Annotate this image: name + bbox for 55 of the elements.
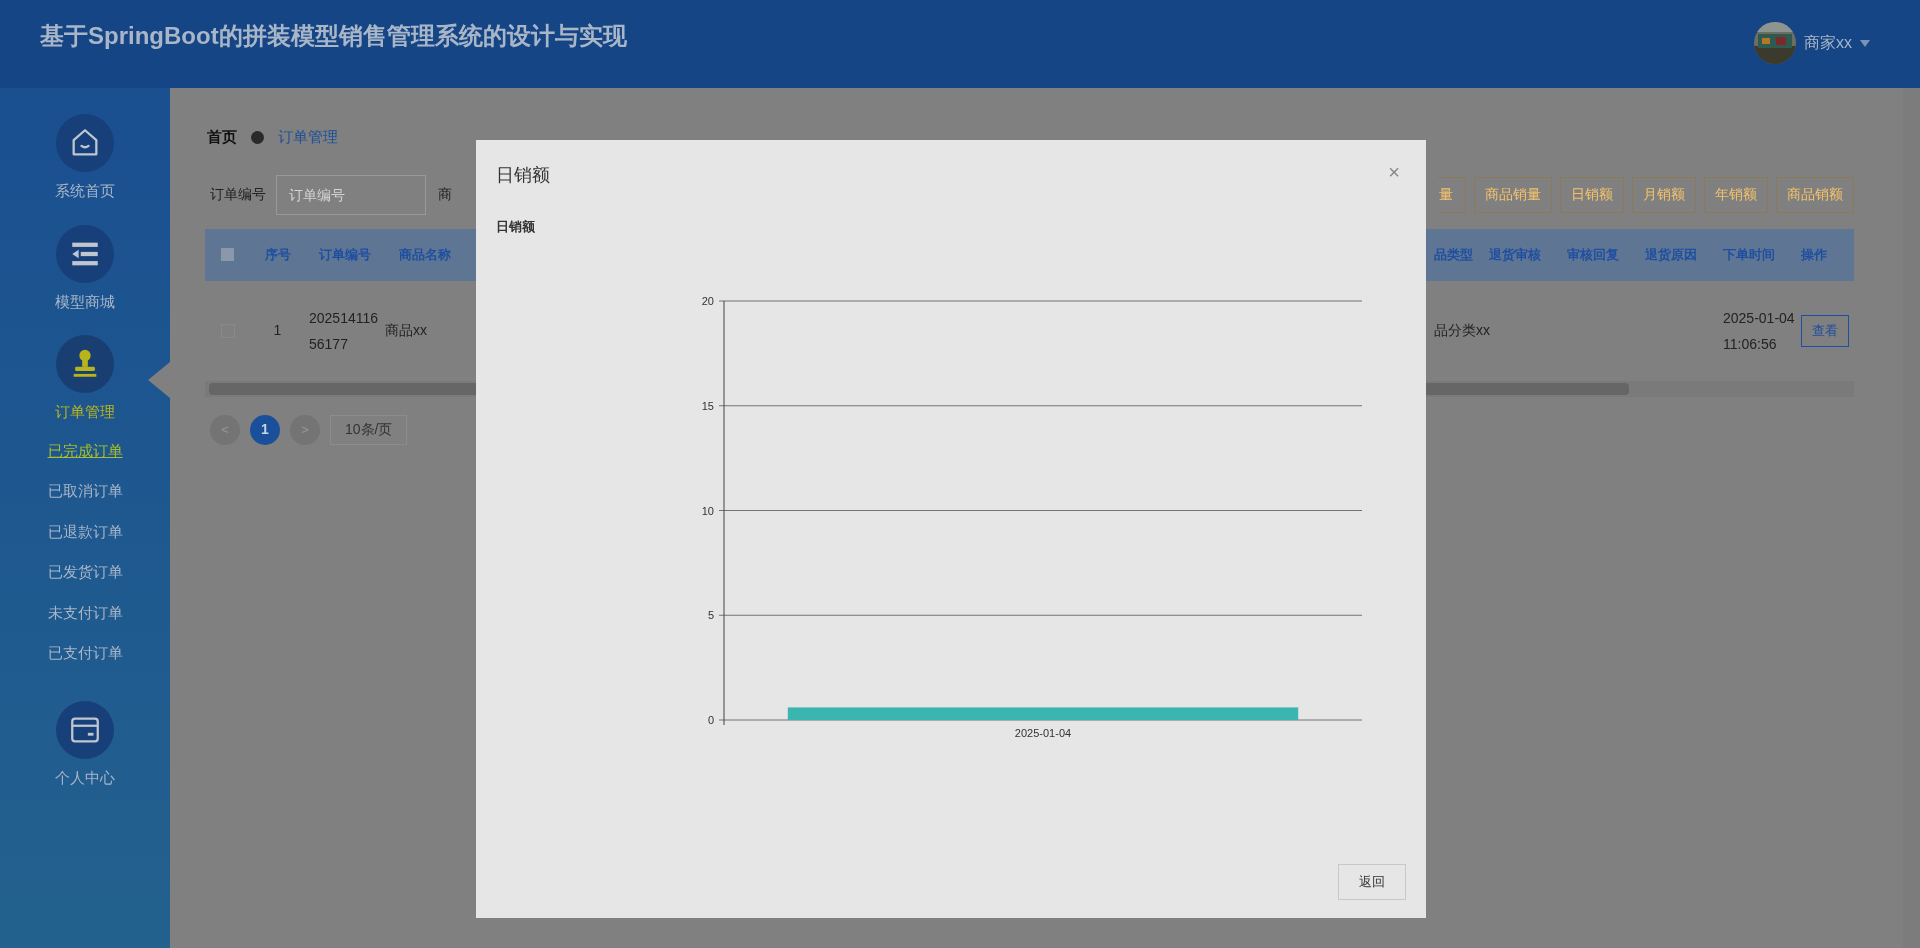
close-button[interactable]: × <box>1388 162 1400 182</box>
table-cell-text: 2025-01-04 11:06:56 <box>1723 308 1796 354</box>
column-header[interactable]: 订单编号 <box>305 244 385 265</box>
nav-item[interactable]: 系统首页 <box>55 180 115 203</box>
column-header[interactable]: 审核回复 <box>1567 244 1645 265</box>
column-header[interactable]: 退货审核 <box>1489 244 1567 265</box>
y-tick-label: 20 <box>701 294 714 307</box>
next-page-button[interactable]: > <box>290 414 320 445</box>
x-tick-label: 2025-01-04 <box>1014 726 1072 739</box>
breadcrumb-home[interactable]: 首页 <box>207 126 237 149</box>
nav-item[interactable]: 订单管理 <box>55 401 115 424</box>
chart-title: 日销额 <box>496 218 536 236</box>
nav-item[interactable]: 模型商城 <box>55 290 115 313</box>
stats-button[interactable]: 月销额 <box>1632 176 1696 213</box>
submenu-item[interactable]: 已完成订单 <box>47 439 123 462</box>
prev-page-button[interactable]: < <box>210 414 240 445</box>
breadcrumb-current[interactable]: 订单管理 <box>278 126 338 149</box>
y-tick-label: 5 <box>707 608 714 621</box>
select-all-checkbox[interactable] <box>221 248 234 261</box>
page-size-select[interactable]: 10条/页 <box>330 414 408 445</box>
submenu-item[interactable]: 已支付订单 <box>47 642 123 665</box>
column-header[interactable]: 商品名称 <box>385 244 465 265</box>
table-cell-text: 品分类xx <box>1434 321 1489 340</box>
submenu-item[interactable]: 已退款订单 <box>47 520 123 543</box>
submenu-item[interactable]: 已发货订单 <box>47 561 123 584</box>
back-button[interactable]: 返回 <box>1338 864 1406 900</box>
page-number-button[interactable]: 1 <box>250 414 280 445</box>
table-cell-text: 20251411656177 <box>309 308 380 354</box>
submenu-item[interactable]: 未支付订单 <box>47 601 123 624</box>
y-tick-label: 0 <box>707 713 714 726</box>
column-header[interactable]: 退货原因 <box>1645 244 1723 265</box>
stats-button[interactable]: 商品销量 <box>1474 176 1552 213</box>
column-header[interactable]: 品类型 <box>1434 244 1489 265</box>
column-header[interactable]: 操作 <box>1801 244 1854 265</box>
active-pointer <box>148 362 170 398</box>
column-header[interactable]: 下单时间 <box>1723 244 1801 265</box>
stats-button[interactable]: 年销额 <box>1704 176 1768 213</box>
table-cell-text: 1 <box>272 321 283 340</box>
caret-icon[interactable] <box>1860 39 1870 47</box>
search-field[interactable]: 订单编号 <box>276 174 426 215</box>
stats-button[interactable]: 日销额 <box>1560 176 1624 213</box>
view-button[interactable]: 查看 <box>1801 314 1849 347</box>
user-name[interactable]: 商家xx <box>1804 31 1852 55</box>
app-title: 基于SpringBoot的拼装模型销售管理系统的设计与实现 <box>40 21 627 51</box>
table-cell-text: 商品xx <box>385 321 428 340</box>
column-header[interactable]: 序号 <box>250 244 305 265</box>
submenu-item[interactable]: 已取消订单 <box>47 480 123 503</box>
search-label: 订单编号 <box>210 185 266 204</box>
nav-item[interactable]: 个人中心 <box>55 766 115 789</box>
search-label: 商 <box>438 185 452 204</box>
stats-button[interactable]: 商品销额 <box>1776 176 1854 213</box>
modal-title: 日销额 <box>496 164 550 187</box>
y-tick-label: 10 <box>701 504 714 516</box>
y-tick-label: 15 <box>701 399 714 412</box>
stats-button[interactable]: 量 <box>1437 176 1466 213</box>
